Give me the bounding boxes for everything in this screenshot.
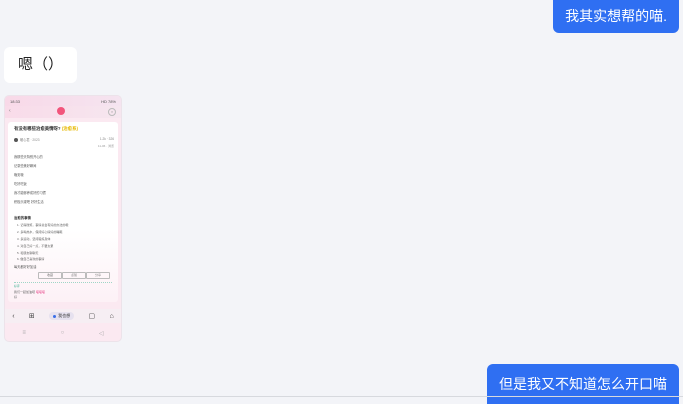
chat-message-incoming[interactable]: 嗯（） xyxy=(4,47,78,83)
post-step: 5. 和朋友聊聊天 xyxy=(17,251,39,255)
heart-icon xyxy=(57,107,65,115)
phone-status-bar: 18:33 HD 78% xyxy=(5,96,121,106)
phone-toolbar: ‹ ⊞ 我也想 ▢ ⌂ xyxy=(5,309,121,323)
post-section-title: 治愈的事情 xyxy=(14,216,31,220)
divider xyxy=(14,282,112,283)
post-line: 吃好吃饭 xyxy=(14,182,27,186)
post-footer-2: 好 xyxy=(14,295,18,299)
post-card: 有没有哪些治愈美情呀? (治愈系) 暖心君 · 2023 1.2k · 326 … xyxy=(8,122,118,302)
post-step: 3. 多运动，坚持锻炼身体 xyxy=(17,237,51,241)
post-button: 分享 xyxy=(86,272,110,279)
close-icon: × xyxy=(108,108,116,116)
phone-nav-bar: ≡ ○ ◁ xyxy=(5,327,121,339)
status-icons: HD 78% xyxy=(101,98,116,104)
home-icon: ⌂ xyxy=(109,312,114,320)
screenshot-image-message[interactable]: 18:33 HD 78% ‹ × 有没有哪些治愈美情呀? (治愈系) 暖心君 ·… xyxy=(5,96,121,341)
post-step: 6. 做自己喜欢的事情 xyxy=(17,257,45,261)
chat-message-outgoing[interactable]: 我其实想帮的喵. xyxy=(553,0,679,33)
post-line: 积极乐观吧 好好生活 xyxy=(14,200,44,204)
back-icon: ‹ xyxy=(9,108,11,114)
home-circle-icon: ○ xyxy=(60,330,65,336)
post-meta: 1.2k · 326 xyxy=(99,137,114,141)
post-line: 晚安哦 xyxy=(14,173,24,177)
post-step: 1. 记得微笑，事情总会有好的办法的哦 xyxy=(17,223,69,227)
post-meta-date: 11-06 · 浏览 xyxy=(97,144,114,148)
avatar xyxy=(14,138,18,142)
post-button: 收藏 xyxy=(38,272,62,279)
divider xyxy=(0,396,683,397)
post-step: 4. 对自己好一点，不要太累 xyxy=(17,244,54,248)
status-time: 18:33 xyxy=(10,98,21,104)
back-arrow-icon: ‹ xyxy=(12,312,15,320)
menu-icon: ≡ xyxy=(22,330,26,336)
post-author: 暖心君 · 2023 xyxy=(20,138,40,142)
back-triangle-icon: ◁ xyxy=(98,330,104,337)
post-note: 好评 xyxy=(14,284,20,288)
post-line: 记录些美好瞬间 xyxy=(14,164,37,168)
chat-message-outgoing[interactable]: 但是我又不知道怎么开口喵 xyxy=(487,364,679,404)
post-footer: 我们一起加油吧 喵喵喵 xyxy=(14,290,45,294)
ai-pill: 我也想 xyxy=(49,312,75,320)
dot-icon xyxy=(53,314,57,318)
post-title: 有没有哪些治愈美情呀? (治愈系) xyxy=(14,126,78,131)
post-button: 点赞 xyxy=(62,272,86,279)
post-line: 我那些天特别开心的 xyxy=(14,155,43,159)
tabs-icon: ▢ xyxy=(88,313,96,320)
chat-page: 我其实想帮的喵. 嗯（） 18:33 HD 78% ‹ × 有没有哪些治愈美情呀… xyxy=(0,0,683,404)
post-line: 我才能够养成好的习惯 xyxy=(14,191,46,195)
post-step: 2. 多喝热水，保持好心情好的睡眠 xyxy=(17,230,63,234)
grid-icon: ⊞ xyxy=(28,313,35,320)
post-line: 每天都好好加油 xyxy=(14,265,37,269)
phone-header: ‹ × xyxy=(5,106,121,118)
